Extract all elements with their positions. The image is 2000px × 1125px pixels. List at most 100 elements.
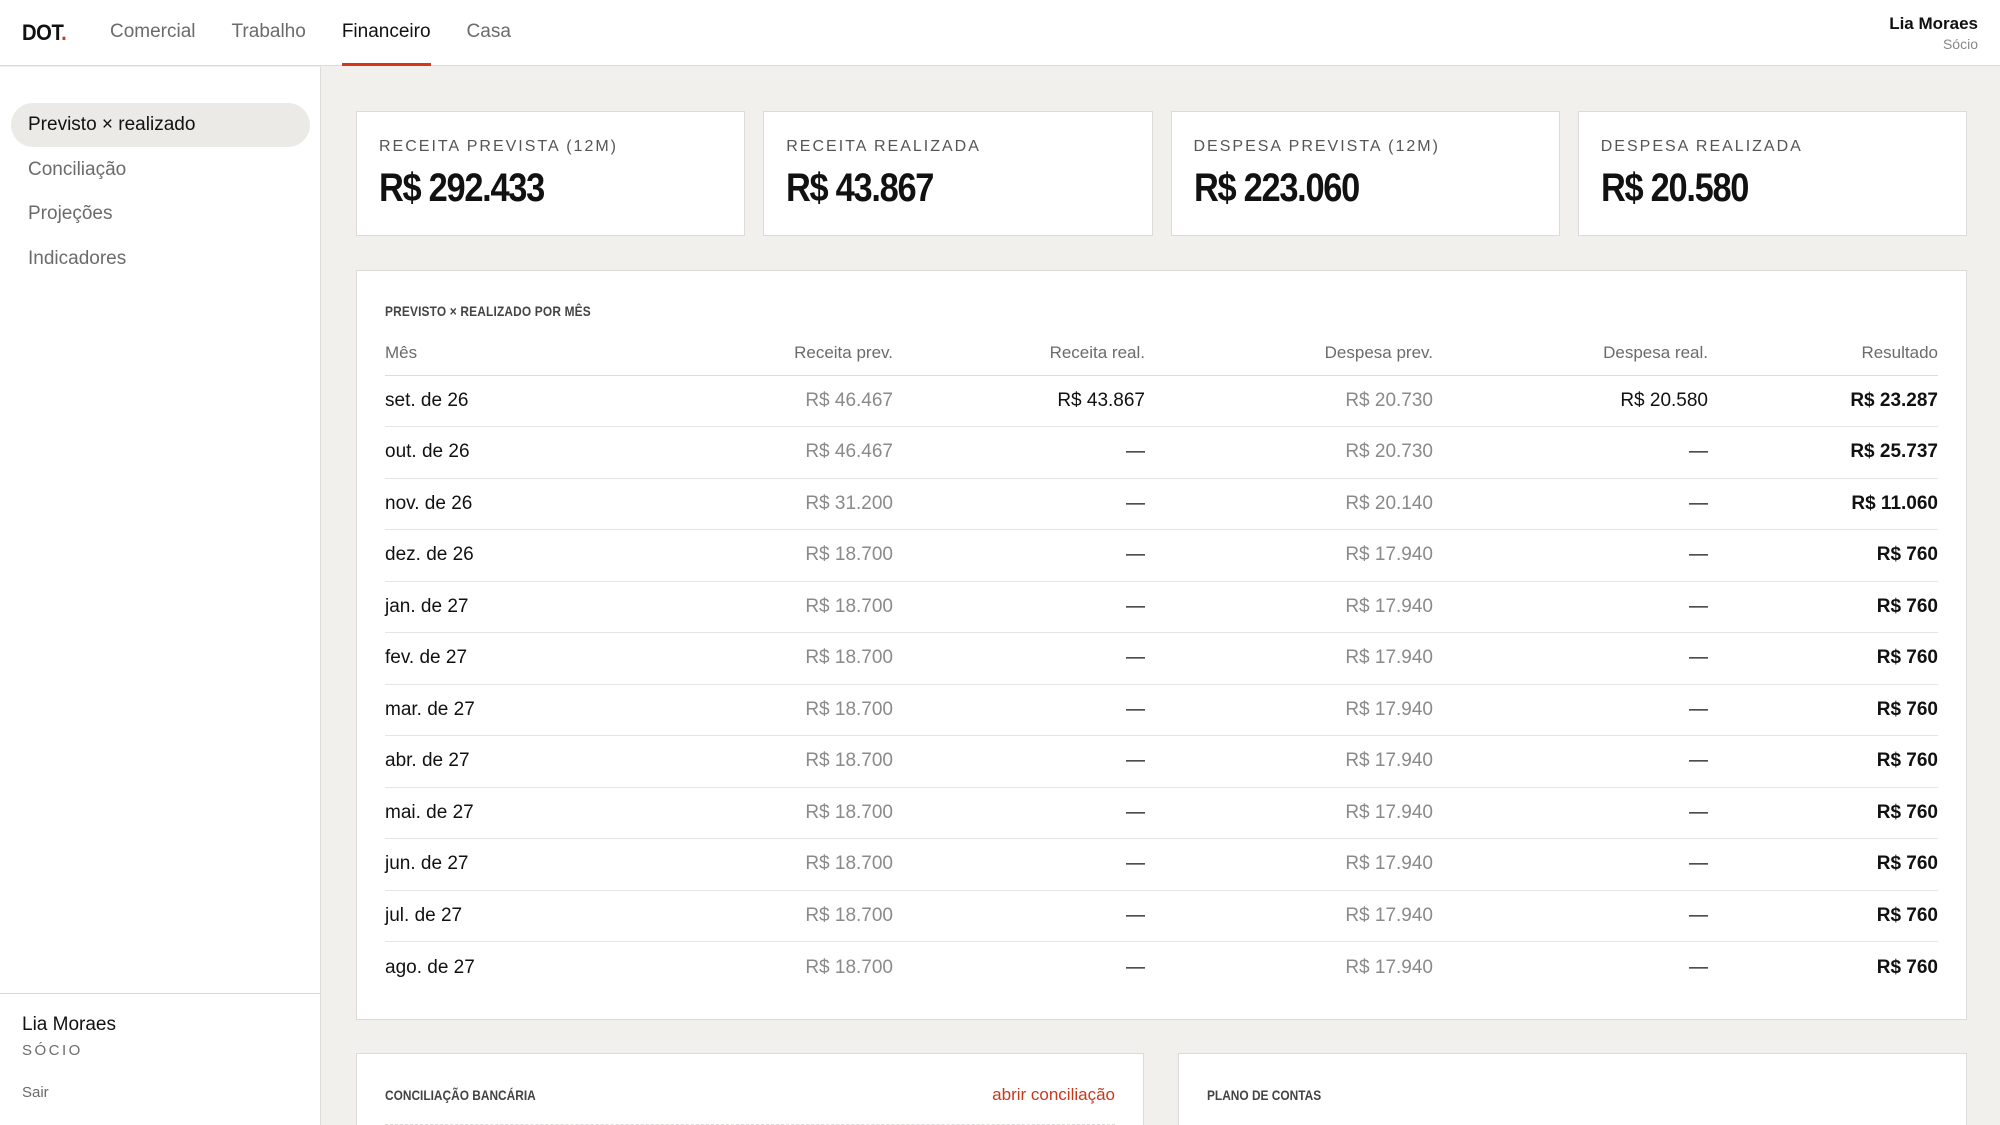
kpi-card-despesa-realizada: DESPESA REALIZADA R$ 20.580 — [1577, 111, 1967, 236]
cell-receita-prev: R$ 18.700 — [625, 581, 893, 633]
sidebar-user-role: SÓCIO — [22, 1042, 83, 1059]
tab-casa[interactable]: Casa — [449, 0, 529, 66]
cell-despesa-prev: R$ 17.940 — [1145, 529, 1433, 582]
kpi-label: RECEITA REALIZADA — [786, 138, 981, 155]
cell-receita-real: — — [893, 735, 1145, 788]
cell-despesa-prev: R$ 17.940 — [1145, 581, 1433, 633]
column-header-mes: Mês — [385, 331, 625, 376]
cell-month: jan. de 27 — [385, 581, 625, 633]
table-header-row: Mês Receita prev. Receita real. Despesa … — [385, 331, 1938, 376]
cell-month: set. de 26 — [385, 375, 625, 427]
cell-resultado: R$ 760 — [1708, 735, 1938, 788]
kpi-label: RECEITA PREVISTA (12M) — [379, 138, 619, 155]
column-header-receita-prev: Receita prev. — [625, 331, 893, 376]
cell-despesa-prev: R$ 17.940 — [1145, 632, 1433, 685]
cell-despesa-prev: R$ 17.940 — [1145, 890, 1433, 942]
cell-month: mar. de 27 — [385, 684, 625, 736]
table-row: out. de 26 R$ 46.467— R$ 20.730— R$ 25.737 — [385, 426, 1938, 479]
table-row: jan. de 27 R$ 18.700— R$ 17.940— R$ 760 — [385, 581, 1938, 633]
cell-receita-real: — — [893, 581, 1145, 633]
cell-resultado: R$ 760 — [1876, 956, 1938, 978]
kpi-value: R$ 43.867 — [786, 166, 934, 210]
cell-despesa-prev: R$ 20.730 — [1145, 375, 1433, 427]
cell-receita-real: — — [893, 684, 1145, 736]
cell-receita-prev: R$ 18.700 — [625, 684, 893, 736]
main-nav: Comercial Trabalho Financeiro Casa — [92, 0, 529, 66]
cell-despesa-prev: R$ 17.940 — [1145, 787, 1433, 839]
column-header-resultado: Resultado — [1708, 331, 1938, 376]
table-row: fev. de 27 R$ 18.700— R$ 17.940— R$ 760 — [385, 632, 1938, 685]
cell-despesa-real: — — [1433, 890, 1708, 942]
cell-despesa-prev: R$ 17.940 — [1145, 735, 1433, 788]
cell-receita-prev: R$ 46.467 — [625, 426, 893, 479]
cell-despesa-real: — — [1433, 787, 1708, 839]
cell-resultado: R$ 760 — [1708, 787, 1938, 839]
table-row: set. de 26 R$ 46.467 R$ 43.867 R$ 20.730 R$ … — [385, 375, 1938, 427]
user-name: Lia Moraes — [1889, 14, 1978, 33]
logout-link[interactable]: Sair — [22, 1084, 49, 1101]
cell-despesa-prev: R$ 17.940 — [1145, 684, 1433, 736]
cell-resultado: R$ 760 — [1708, 890, 1938, 942]
table-row: jul. de 27 R$ 18.700— R$ 17.940— R$ 760 — [385, 890, 1938, 942]
sidebar-item-conciliacao[interactable]: Conciliação — [11, 148, 310, 192]
cell-despesa-real: — — [1433, 581, 1708, 633]
cell-month: jun. de 27 — [385, 838, 625, 891]
cell-despesa-real: — — [1433, 684, 1708, 736]
sidebar-item-projecoes[interactable]: Projeções — [11, 192, 310, 236]
table-row: ago. de 27 R$ 18.700 — R$ 17.940 — R$ 760 — [385, 942, 1938, 994]
cell-resultado: R$ 760 — [1708, 581, 1938, 633]
cell-resultado: R$ 760 — [1708, 529, 1938, 582]
tab-comercial[interactable]: Comercial — [92, 0, 214, 66]
cell-receita-prev: R$ 18.700 — [625, 735, 893, 788]
cell-month: fev. de 27 — [385, 632, 625, 685]
cell-despesa-real: — — [1433, 426, 1708, 479]
cell-despesa-prev: R$ 20.140 — [1145, 478, 1433, 530]
cell-resultado: R$ 760 — [1708, 684, 1938, 736]
sidebar-user-name: Lia Moraes — [22, 1014, 116, 1035]
kpi-card-receita-realizada: RECEITA REALIZADA R$ 43.867 — [763, 111, 1153, 236]
table-row: abr. de 27 R$ 18.700— R$ 17.940— R$ 760 — [385, 735, 1938, 788]
kpi-label: DESPESA REALIZADA — [1600, 138, 1803, 155]
chart-of-accounts-panel: PLANO DE CONTAS — [1178, 1053, 1967, 1125]
cell-resultado: R$ 25.737 — [1708, 426, 1938, 479]
cell-despesa-real: R$ 20.580 — [1433, 375, 1708, 427]
cell-receita-real: R$ 43.867 — [893, 375, 1145, 427]
user-role: Sócio — [1942, 36, 1978, 52]
tab-financeiro[interactable]: Financeiro — [324, 0, 449, 66]
cell-month: dez. de 26 — [385, 529, 625, 582]
cell-month: ago. de 27 — [385, 956, 475, 978]
panel-title: PREVISTO × REALIZADO POR MÊS — [385, 303, 591, 319]
kpi-card-receita-prevista: RECEITA PREVISTA (12M) R$ 292.433 — [356, 111, 746, 236]
cell-month: nov. de 26 — [385, 478, 625, 530]
cell-month: jul. de 27 — [385, 890, 625, 942]
cell-despesa-prev: R$ 20.730 — [1145, 426, 1433, 479]
cell-receita-prev: R$ 18.700 — [625, 890, 893, 942]
cell-despesa-real: — — [1433, 478, 1708, 530]
cell-resultado: R$ 23.287 — [1708, 375, 1938, 427]
cell-resultado: R$ 760 — [1708, 838, 1938, 891]
sidebar-user-panel: Lia Moraes SÓCIO Sair — [0, 993, 320, 1125]
cell-despesa-real: — — [1689, 956, 1708, 978]
open-reconciliation-link[interactable]: abrir conciliação — [992, 1085, 1115, 1105]
sidebar-item-indicadores[interactable]: Indicadores — [11, 237, 310, 281]
table-row: dez. de 26 R$ 18.700— R$ 17.940— R$ 760 — [385, 529, 1938, 582]
cell-despesa-prev: R$ 17.940 — [1145, 838, 1433, 891]
cell-receita-prev: R$ 18.700 — [625, 838, 893, 891]
cell-receita-real: — — [893, 890, 1145, 942]
sidebar: Previsto × realizado Conciliação Projeçõ… — [0, 67, 321, 1125]
sidebar-item-previsto-realizado[interactable]: Previsto × realizado — [11, 103, 310, 147]
tab-trabalho[interactable]: Trabalho — [214, 0, 324, 66]
kpi-value: R$ 20.580 — [1600, 166, 1749, 210]
user-menu[interactable]: Lia Moraes Sócio — [1889, 14, 1978, 52]
column-header-receita-real: Receita real. — [893, 331, 1145, 376]
cell-receita-prev: R$ 18.700 — [625, 632, 893, 685]
cell-despesa-real: — — [1433, 735, 1708, 788]
panel-title: PLANO DE CONTAS — [1207, 1087, 1322, 1103]
cell-receita-prev: R$ 18.700 — [625, 529, 893, 582]
cell-resultado: R$ 760 — [1708, 632, 1938, 685]
app-logo[interactable]: DOT. — [22, 20, 67, 46]
cell-despesa-real: — — [1433, 529, 1708, 582]
sidebar-menu: Previsto × realizado Conciliação Projeçõ… — [11, 103, 310, 281]
cell-receita-real: — — [893, 632, 1145, 685]
kpi-cards: RECEITA PREVISTA (12M) R$ 292.433 RECEIT… — [356, 111, 1967, 236]
